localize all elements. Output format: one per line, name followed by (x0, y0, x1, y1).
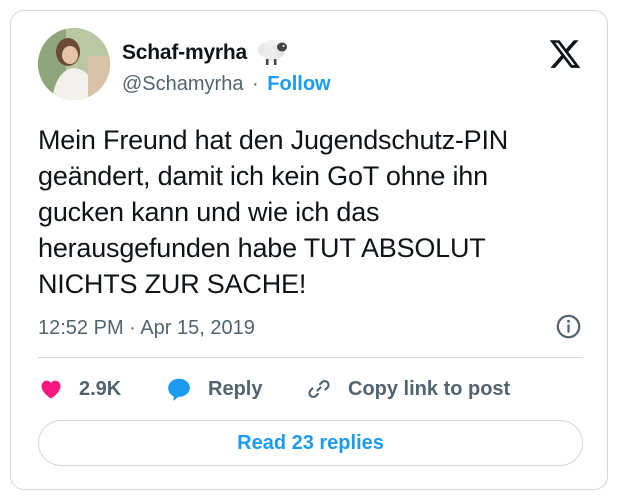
sheep-icon (258, 40, 287, 65)
timestamp-separator: · (129, 317, 136, 339)
reply-button[interactable]: Reply (165, 373, 262, 405)
info-icon[interactable] (555, 313, 582, 340)
reply-bubble-icon (168, 378, 190, 401)
x-logo-icon[interactable] (548, 37, 582, 71)
author-handle-row: @Schamyrha · Follow (122, 73, 331, 96)
profile-photo-icon (38, 28, 110, 100)
divider (38, 357, 583, 358)
handle-separator: · (252, 73, 259, 95)
author-handle[interactable]: @Schamyrha (122, 73, 243, 95)
follow-button[interactable]: Follow (267, 73, 330, 95)
copy-link-label: Copy link to post (348, 377, 511, 400)
tweet-card: Schaf-myrha @Schamyrha · Follow Mein Fre… (10, 10, 608, 490)
tweet-text: Mein Freund hat den Jugendschutz-PIN geä… (38, 125, 509, 299)
read-replies-button[interactable]: Read 23 replies (38, 420, 583, 466)
copy-link-button[interactable]: Copy link to post (306, 373, 510, 405)
avatar[interactable] (38, 28, 110, 100)
reply-label: Reply (208, 377, 263, 400)
like-count: 2.9K (79, 377, 122, 400)
author-name[interactable]: Schaf-myrha (122, 41, 247, 65)
tweet-timestamp[interactable]: 12:52 PM · Apr 15, 2019 (38, 317, 255, 340)
tweet-date: Apr 15, 2019 (140, 317, 255, 339)
tweet-time: 12:52 PM (38, 317, 124, 339)
read-replies-label: Read 23 replies (237, 431, 384, 454)
heart-icon (41, 380, 61, 399)
action-bar: 2.9K Reply Copy link to post (38, 373, 583, 405)
link-icon (308, 379, 330, 399)
like-button[interactable]: 2.9K (38, 373, 121, 405)
